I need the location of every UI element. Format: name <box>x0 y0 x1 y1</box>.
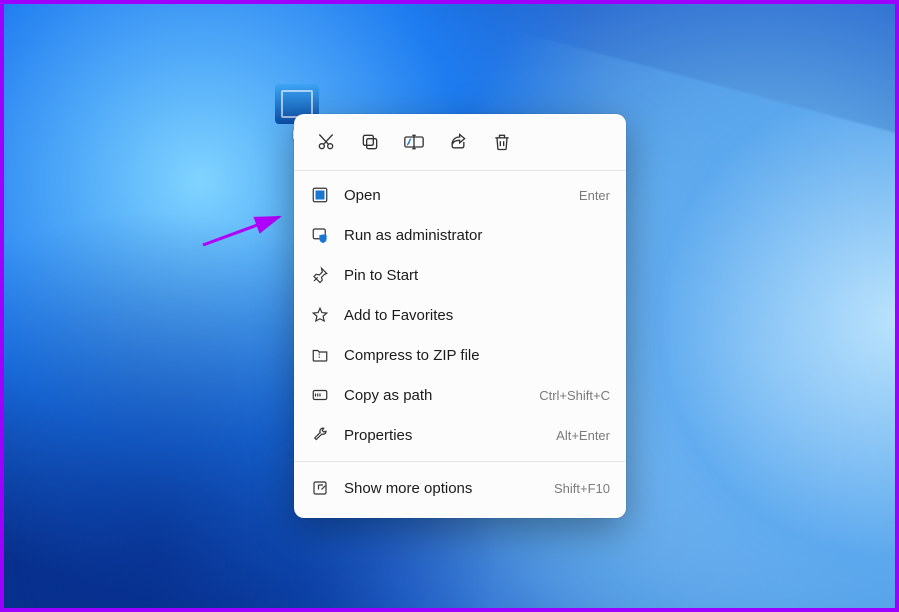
menu-item-label: Open <box>344 187 565 204</box>
rename-icon <box>403 132 425 152</box>
cut-icon <box>316 132 336 152</box>
share-icon <box>448 132 468 152</box>
delete-icon <box>492 132 512 152</box>
menu-item-label: Add to Favorites <box>344 307 596 324</box>
pin-icon <box>310 265 330 285</box>
menu-item-add-favorites[interactable]: Add to Favorites <box>294 295 626 335</box>
copy-path-icon <box>310 385 330 405</box>
context-menu: Open Enter Run as administrator <box>294 114 626 518</box>
menu-item-label: Properties <box>344 427 542 444</box>
rename-button[interactable] <box>396 124 432 160</box>
context-menu-toolbar <box>294 114 626 171</box>
properties-icon <box>310 425 330 445</box>
zip-icon <box>310 345 330 365</box>
menu-item-shortcut: Alt+Enter <box>556 428 610 443</box>
star-icon <box>310 305 330 325</box>
copy-icon <box>360 132 380 152</box>
delete-button[interactable] <box>484 124 520 160</box>
desktop: M <box>0 0 899 612</box>
menu-item-label: Compress to ZIP file <box>344 347 596 364</box>
cut-button[interactable] <box>308 124 344 160</box>
menu-item-shortcut: Enter <box>579 188 610 203</box>
admin-shield-icon <box>310 225 330 245</box>
menu-item-properties[interactable]: Properties Alt+Enter <box>294 415 626 455</box>
menu-item-pin-to-start[interactable]: Pin to Start <box>294 255 626 295</box>
menu-item-run-as-admin[interactable]: Run as administrator <box>294 215 626 255</box>
menu-divider <box>294 461 626 462</box>
more-options-icon <box>310 478 330 498</box>
menu-item-label: Show more options <box>344 480 540 497</box>
menu-item-shortcut: Ctrl+Shift+C <box>539 388 610 403</box>
menu-item-label: Run as administrator <box>344 227 596 244</box>
menu-item-copy-as-path[interactable]: Copy as path Ctrl+Shift+C <box>294 375 626 415</box>
menu-item-open[interactable]: Open Enter <box>294 175 626 215</box>
menu-item-compress-zip[interactable]: Compress to ZIP file <box>294 335 626 375</box>
share-button[interactable] <box>440 124 476 160</box>
menu-item-shortcut: Shift+F10 <box>554 481 610 496</box>
copy-button[interactable] <box>352 124 388 160</box>
menu-item-show-more-options[interactable]: Show more options Shift+F10 <box>294 468 626 508</box>
menu-item-label: Pin to Start <box>344 267 596 284</box>
menu-item-label: Copy as path <box>344 387 525 404</box>
open-icon <box>310 185 330 205</box>
